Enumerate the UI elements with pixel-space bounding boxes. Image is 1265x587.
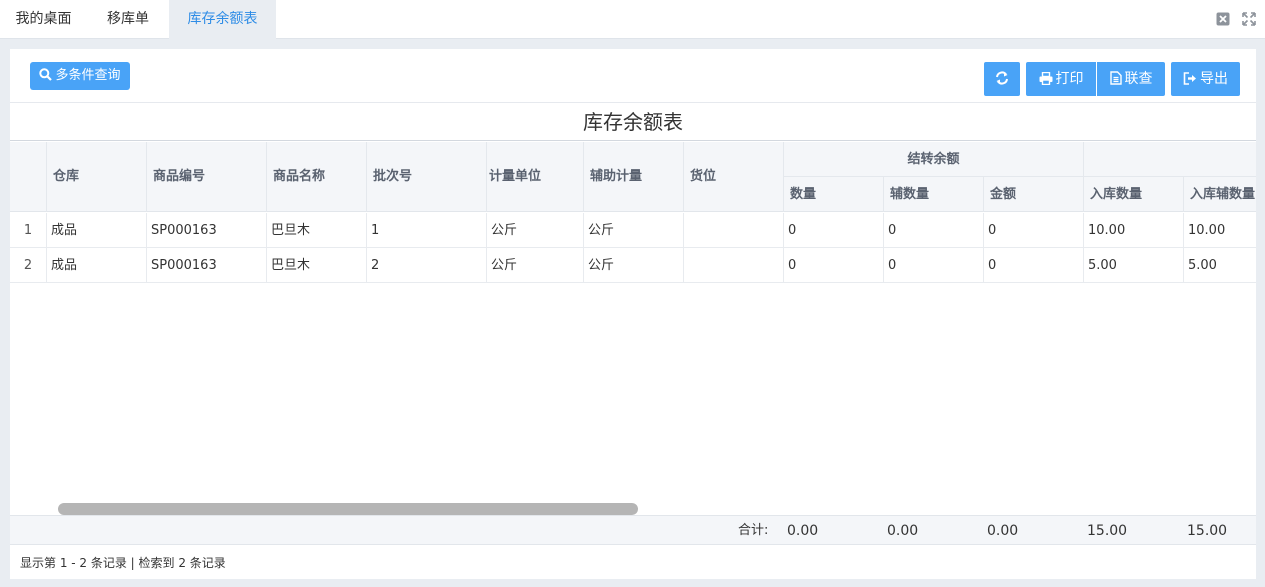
row-number-header xyxy=(10,142,47,212)
cell-in-qty: 5.00 xyxy=(1084,248,1184,283)
search-icon xyxy=(39,68,53,81)
table-row[interactable]: 2 成品 SP000163 巴旦木 2 公斤 公斤 0 0 0 5.00 5.0… xyxy=(10,248,1256,283)
report-title: 库存余额表 xyxy=(10,104,1256,141)
col-group-inbound xyxy=(1084,142,1256,177)
cell-product-code: SP000163 xyxy=(147,248,267,283)
grid-header: 仓库 商品编号 商品名称 批次号 计量单位 辅助计量 货位 结转余额 数量 辅数… xyxy=(10,142,1256,212)
cell-carry-qty: 0 xyxy=(784,248,884,283)
cell-product-name: 巴旦木 xyxy=(267,248,367,283)
col-in-aux-qty[interactable]: 入库辅数量 xyxy=(1184,177,1256,212)
cell-warehouse: 成品 xyxy=(47,248,147,283)
tab-transfer-order[interactable]: 移库单 xyxy=(87,0,169,39)
cell-batch-no: 1 xyxy=(367,213,487,248)
col-product-name[interactable]: 商品名称 xyxy=(267,142,367,212)
row-number: 2 xyxy=(10,248,47,283)
total-carry-qty: 0.00 xyxy=(787,523,819,539)
export-label: 导出 xyxy=(1200,71,1228,87)
cell-unit: 公斤 xyxy=(487,213,584,248)
col-unit[interactable]: 计量单位 xyxy=(487,142,584,212)
print-button[interactable]: 打印 xyxy=(1026,62,1096,96)
total-in-aux-qty: 15.00 xyxy=(1187,523,1228,539)
col-in-qty[interactable]: 入库数量 xyxy=(1084,177,1184,212)
cell-product-name: 巴旦木 xyxy=(267,213,367,248)
document-icon xyxy=(1109,71,1122,85)
print-label: 打印 xyxy=(1055,71,1084,87)
pagination-info: 显示第 1 - 2 条记录 | 检索到 2 条记录 xyxy=(20,556,226,570)
cell-location xyxy=(684,248,784,283)
tab-my-desktop[interactable]: 我的桌面 xyxy=(0,0,87,39)
cell-aux-unit: 公斤 xyxy=(584,248,684,283)
close-icon[interactable] xyxy=(1216,12,1230,26)
multi-condition-query-button[interactable]: 多条件查询 xyxy=(30,62,130,90)
cell-product-code: SP000163 xyxy=(147,213,267,248)
total-carry-aux-qty: 0.00 xyxy=(887,523,919,539)
total-in-qty: 15.00 xyxy=(1087,523,1128,539)
cell-warehouse: 成品 xyxy=(47,213,147,248)
tab-inventory-balance[interactable]: 库存余额表 xyxy=(169,0,276,39)
link-label: 联查 xyxy=(1124,71,1153,87)
total-carry-amount: 0.00 xyxy=(987,523,1019,539)
totals-row: 合计: 0.00 0.00 0.00 15.00 15.00 xyxy=(10,515,1256,545)
refresh-button[interactable] xyxy=(984,62,1020,96)
horizontal-scrollbar[interactable] xyxy=(58,503,638,515)
totals-label: 合计: xyxy=(738,523,769,538)
col-carry-aux-qty[interactable]: 辅数量 xyxy=(884,177,984,212)
col-carry-qty[interactable]: 数量 xyxy=(784,177,884,212)
cell-in-aux-qty: 10.00 xyxy=(1188,223,1226,238)
tab-bar: 我的桌面 移库单 库存余额表 xyxy=(0,0,1265,39)
cell-location xyxy=(684,213,784,248)
cell-carry-amount: 0 xyxy=(984,213,1084,248)
col-warehouse[interactable]: 仓库 xyxy=(47,142,147,212)
cell-aux-unit: 公斤 xyxy=(584,213,684,248)
cell-carry-qty: 0 xyxy=(784,213,884,248)
toolbar: 多条件查询 打印 联查 导出 xyxy=(10,49,1256,103)
cell-batch-no: 2 xyxy=(367,248,487,283)
printer-icon xyxy=(1039,71,1052,86)
cell-unit: 公斤 xyxy=(487,248,584,283)
col-product-code[interactable]: 商品编号 xyxy=(147,142,267,212)
col-aux-unit[interactable]: 辅助计量 xyxy=(584,142,684,212)
link-query-button[interactable]: 联查 xyxy=(1097,62,1165,96)
col-location[interactable]: 货位 xyxy=(684,142,784,212)
col-carry-amount[interactable]: 金额 xyxy=(984,177,1084,212)
row-number: 1 xyxy=(10,213,47,248)
report-panel: 多条件查询 打印 联查 导出 库存余额表 仓库 商品编号 商品名称 批次号 计量… xyxy=(10,49,1256,579)
cell-in-aux-qty: 5.00 xyxy=(1188,258,1217,273)
export-icon xyxy=(1183,72,1196,85)
table-row[interactable]: 1 成品 SP000163 巴旦木 1 公斤 公斤 0 0 0 10.00 10… xyxy=(10,213,1256,248)
query-label: 多条件查询 xyxy=(55,68,121,83)
refresh-icon xyxy=(996,71,1008,85)
export-button[interactable]: 导出 xyxy=(1171,62,1240,96)
col-group-carry-balance: 结转余额 xyxy=(784,142,1084,177)
cell-in-qty: 10.00 xyxy=(1084,213,1184,248)
cell-carry-aux-qty: 0 xyxy=(884,248,984,283)
cell-carry-aux-qty: 0 xyxy=(884,213,984,248)
maximize-icon[interactable] xyxy=(1242,12,1256,26)
col-batch-no[interactable]: 批次号 xyxy=(367,142,487,212)
cell-carry-amount: 0 xyxy=(984,248,1084,283)
